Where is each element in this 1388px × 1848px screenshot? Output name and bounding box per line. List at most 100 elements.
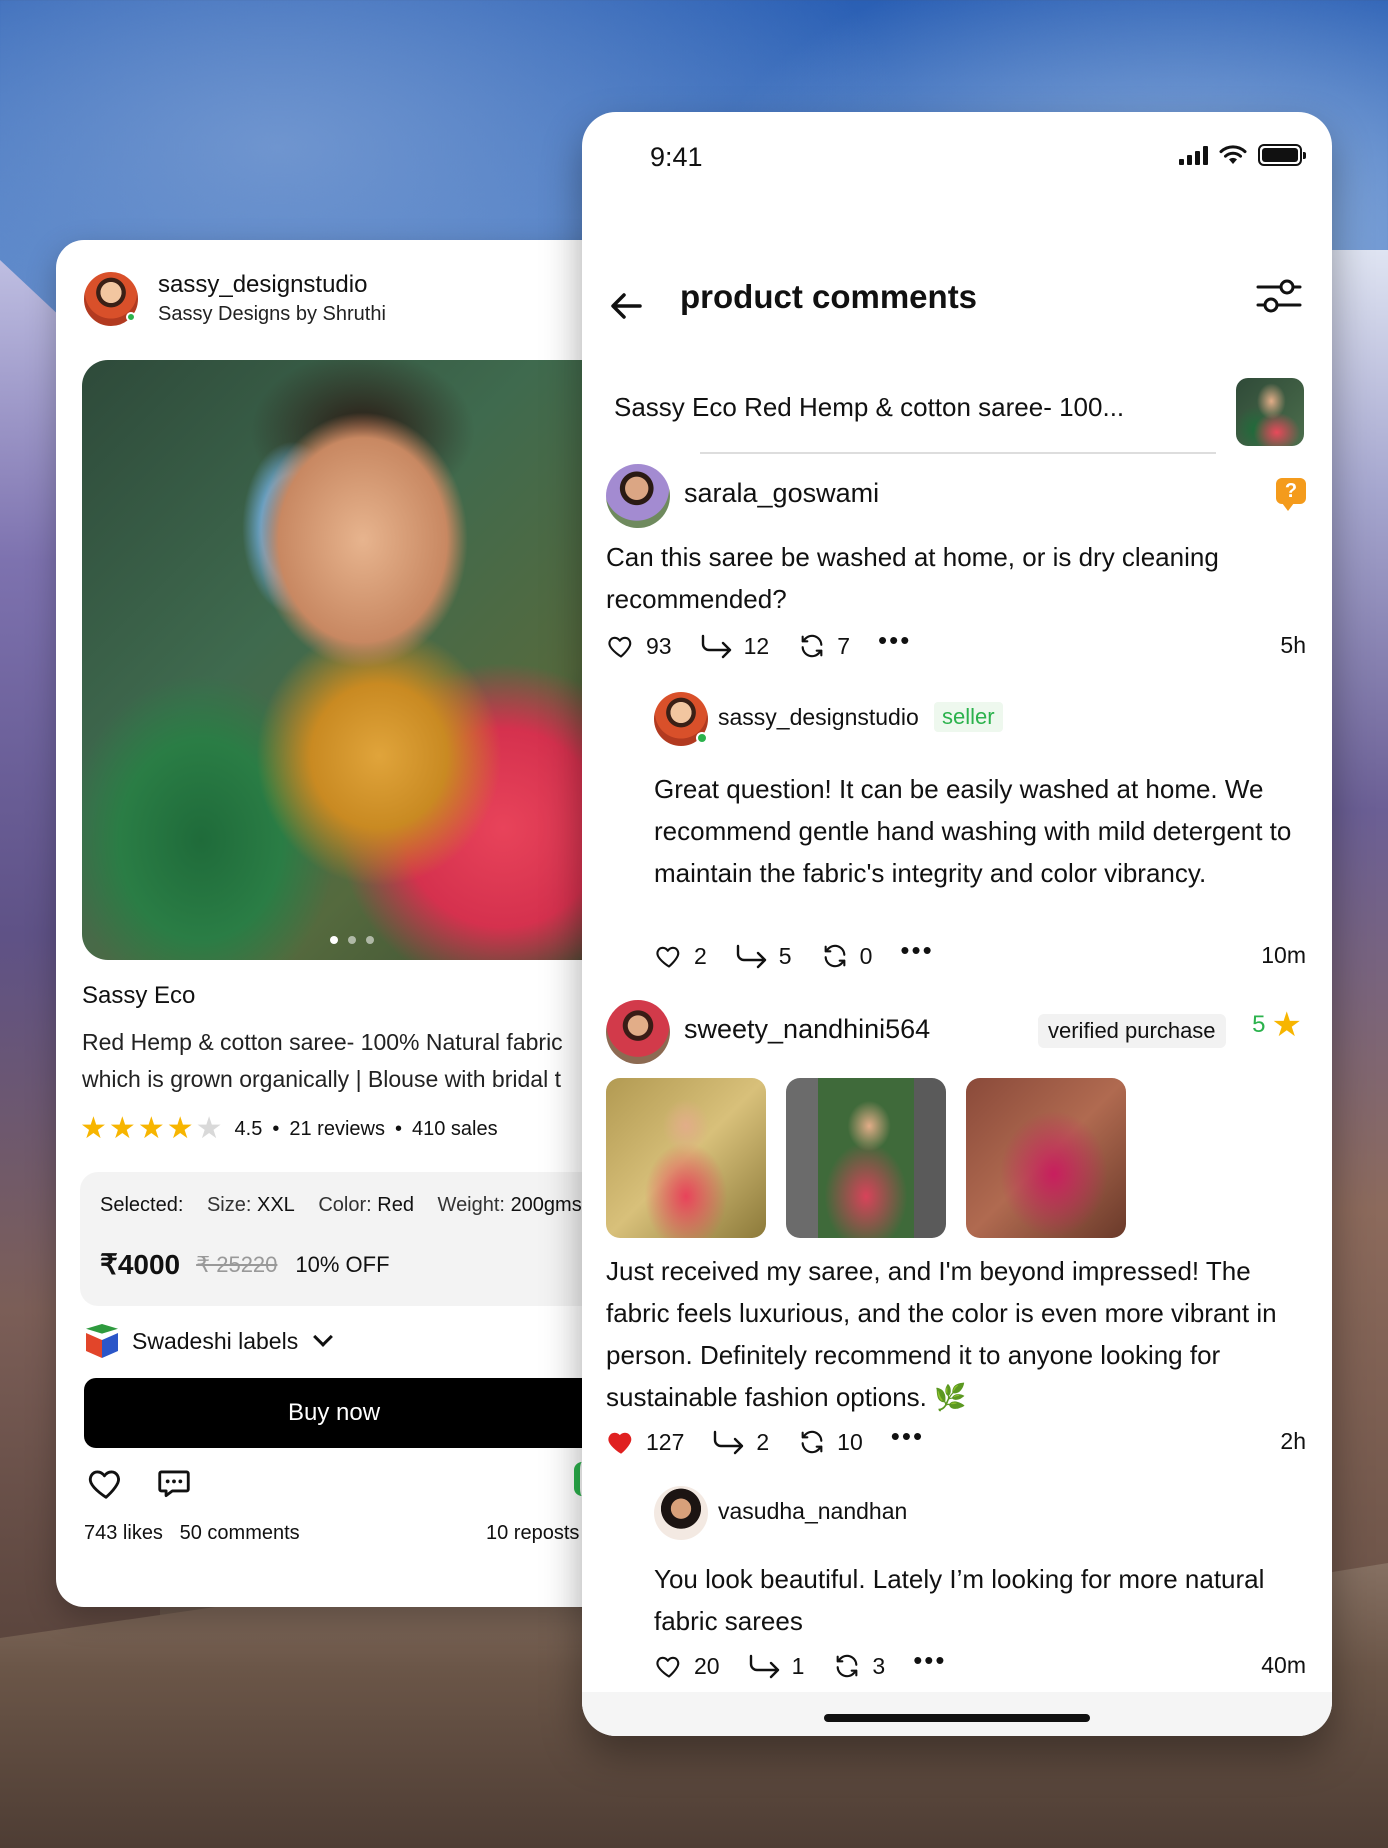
rating-value: 5 [1252,1011,1266,1038]
action-icons [86,1464,194,1502]
product-description: Red Hemp & cotton saree- 100% Natural fa… [82,1024,616,1098]
carousel-dot[interactable] [348,936,356,944]
heart-icon [656,1656,680,1678]
heart-icon [608,636,632,658]
comment-username[interactable]: sassy_designstudio [718,704,919,731]
more-options-icon[interactable]: ••• [900,935,933,966]
price: ₹4000 [100,1249,181,1280]
reply-arrow-icon [714,1430,744,1455]
reply-count: 5 [778,942,792,969]
status-bar: 9:41 [582,112,1332,182]
price-line: ₹4000 ₹ 25220 10% OFF [100,1248,390,1281]
page-title: product comments [680,278,978,315]
review-rating: 5 ★ [1252,1008,1302,1042]
product-image[interactable] [82,360,616,960]
avatar[interactable] [606,1000,670,1064]
product-thumbnail[interactable] [1236,378,1304,446]
review-image[interactable] [786,1078,946,1238]
sales-count: 410 sales [411,1117,498,1140]
carousel-dot[interactable] [366,936,374,944]
home-indicator[interactable] [824,1714,1090,1722]
comment-time: 2h [1280,1428,1306,1454]
buy-now-button[interactable]: Buy now [84,1378,616,1448]
filter-icon[interactable] [1256,276,1302,316]
signal-icon [1179,145,1208,165]
repost-count: 7 [837,632,850,659]
like-count: 20 [694,1652,720,1679]
verified-purchase-badge: verified purchase [1038,1014,1226,1048]
carousel-dot[interactable] [330,936,338,944]
like-button[interactable]: 2 [654,942,707,970]
heart-icon[interactable] [86,1464,126,1502]
like-button[interactable]: 127 [606,1428,684,1456]
product-card: sassy_designstudio Sassy Designs by Shru… [56,240,616,1607]
product-name: Red Hemp & cotton saree- 100... [744,392,1125,422]
repost-icon [824,944,845,968]
wifi-icon [1219,145,1247,164]
comment-text: Great question! It can be easily washed … [654,774,1292,888]
comment-icon[interactable] [154,1464,194,1502]
shop-header[interactable]: sassy_designstudio Sassy Designs by Shru… [82,270,386,328]
star-icon: ★ [166,1112,194,1145]
separator-dot: • [394,1117,402,1140]
back-arrow-icon[interactable] [606,286,646,326]
product-summary[interactable]: Sassy Eco Red Hemp & cotton saree- 100..… [614,378,1304,458]
review-images [606,1078,1126,1238]
comment-username[interactable]: vasudha_nandhan [718,1498,907,1525]
seller-badge: seller [934,702,1003,732]
star-icon: ★ [195,1112,223,1145]
repost-button[interactable]: 10 [797,1428,863,1456]
selection-box[interactable]: Selected: Size: XXL Color: Red Weight: 2… [80,1172,616,1306]
comment-actions: 93 12 7 ••• [606,625,911,660]
size-value: XXL [256,1194,295,1216]
selected-label: Selected: [100,1194,184,1216]
reply-button[interactable]: 12 [700,632,770,660]
star-icon: ★ [108,1112,136,1145]
question-badge-icon: ? [1276,478,1306,511]
comment: sarala_goswami ? Can this saree be washe… [606,464,1306,664]
comment-username[interactable]: sarala_goswami [684,478,879,509]
more-options-icon[interactable]: ••• [913,1645,946,1676]
more-options-icon[interactable]: ••• [878,625,911,656]
like-button[interactable]: 93 [606,632,672,660]
reply-button[interactable]: 2 [712,1429,769,1456]
repost-button[interactable]: 3 [832,1652,885,1680]
reply-button[interactable]: 1 [748,1653,804,1680]
product-brand: Sassy Eco [614,392,737,422]
more-options-icon[interactable]: ••• [891,1421,924,1452]
comments-count[interactable]: 50 comments [180,1522,300,1544]
status-time: 9:41 [650,142,703,172]
likes-count[interactable]: 743 likes [84,1522,163,1544]
rating-row[interactable]: ★ ★ ★ ★ ★ 4.5 • 21 reviews • 410 sales [80,1114,498,1144]
repost-icon [837,1654,858,1678]
reposts-count[interactable]: 10 reposts [486,1522,579,1545]
comment-username[interactable]: sweety_nandhini564 [684,1014,930,1045]
reply-count: 2 [756,1428,770,1455]
reviews-count[interactable]: 21 reviews [289,1118,385,1141]
avatar[interactable] [606,464,670,528]
star-icon: ★ [80,1112,107,1145]
divider [700,452,1216,454]
like-count: 93 [646,632,672,659]
repost-button[interactable]: 7 [797,632,850,660]
shop-handle[interactable]: sassy_designstudio [158,270,386,300]
reply-count: 12 [743,632,770,659]
like-count: 127 [646,1428,685,1455]
labels-dropdown[interactable]: Swadeshi labels [86,1324,334,1358]
online-indicator [696,732,708,744]
online-indicator [126,312,136,322]
like-button[interactable]: 20 [654,1652,720,1680]
comment-actions: 127 2 10 ••• [606,1421,924,1456]
avatar[interactable] [654,692,708,746]
avatar[interactable] [654,1486,708,1540]
repost-button[interactable]: 0 [820,942,872,970]
chevron-down-icon [313,1327,334,1347]
shop-avatar[interactable] [82,270,140,328]
product-title: Sassy Eco Red Hemp & cotton saree- 100..… [614,392,1124,423]
review-image[interactable] [966,1078,1126,1238]
review-image[interactable] [606,1078,766,1238]
labels-text: Swadeshi labels [132,1327,299,1354]
reply-button[interactable]: 5 [735,943,792,970]
status-icons [1179,144,1306,166]
separator-dot: • [272,1117,280,1140]
